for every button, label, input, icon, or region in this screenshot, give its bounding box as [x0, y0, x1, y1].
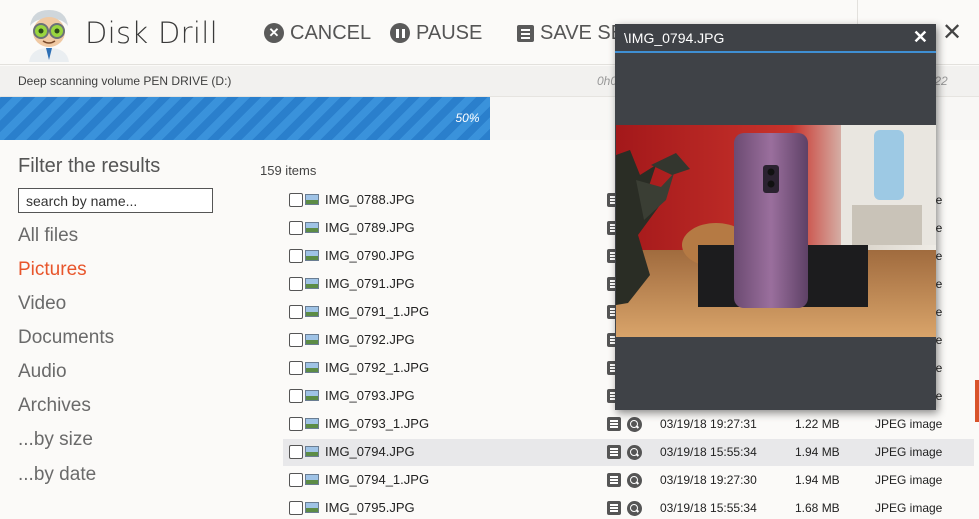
image-file-icon: [305, 278, 319, 289]
file-info-icon[interactable]: [607, 473, 621, 487]
file-date: 03/19/18 15:55:34: [660, 501, 757, 515]
image-file-icon: [305, 446, 319, 457]
file-size: 1.68 MB: [795, 501, 840, 515]
progress-percent: 50%: [455, 111, 480, 125]
category-video[interactable]: Video: [18, 293, 66, 315]
file-name: IMG_0792_1.JPG: [325, 360, 430, 375]
file-size: 1.22 MB: [795, 417, 840, 431]
image-file-icon: [305, 194, 319, 205]
row-checkbox[interactable]: [289, 333, 303, 347]
file-size: 1.94 MB: [795, 473, 840, 487]
file-date: 03/19/18 15:55:34: [660, 445, 757, 459]
preview-header: \IMG_0794.JPG ✕: [615, 24, 936, 53]
save-label: SAVE SE: [540, 21, 625, 44]
file-type: JPEG image: [875, 501, 943, 515]
scan-status-text: Deep scanning volume PEN DRIVE (D:): [18, 74, 232, 88]
category-by-size[interactable]: ...by size: [18, 429, 93, 451]
file-type: JPEG image: [875, 417, 943, 431]
file-name: IMG_0791.JPG: [325, 276, 415, 291]
pause-label: PAUSE: [416, 21, 483, 44]
row-checkbox[interactable]: [289, 221, 303, 235]
preview-title: \IMG_0794.JPG: [624, 30, 725, 46]
file-row[interactable]: IMG_0794_1.JPG 03/19/18 19:27:30 1.94 MB JP…: [283, 467, 974, 494]
file-info-icon[interactable]: [607, 445, 621, 459]
row-checkbox[interactable]: [289, 501, 303, 515]
preview-popup: \IMG_0794.JPG ✕: [615, 24, 936, 410]
cancel-button[interactable]: ✕ CANCEL: [264, 19, 371, 47]
items-count: 159 items: [260, 163, 317, 178]
row-checkbox[interactable]: [289, 193, 303, 207]
progress-fill: 50%: [0, 97, 490, 140]
image-file-icon: [305, 334, 319, 345]
file-type: JPEG image: [875, 445, 943, 459]
image-file-icon: [305, 418, 319, 429]
category-archives[interactable]: Archives: [18, 395, 91, 417]
row-checkbox[interactable]: [289, 361, 303, 375]
row-checkbox[interactable]: [289, 389, 303, 403]
category-all-files[interactable]: All files: [18, 225, 78, 247]
file-date: 03/19/18 19:27:30: [660, 473, 757, 487]
save-session-button[interactable]: SAVE SE: [517, 19, 624, 47]
file-name: IMG_0794.JPG: [325, 444, 415, 459]
image-file-icon: [305, 250, 319, 261]
search-input[interactable]: [18, 188, 213, 213]
cancel-label: CANCEL: [290, 21, 372, 44]
image-file-icon: [305, 474, 319, 485]
file-name: IMG_0791_1.JPG: [325, 304, 430, 319]
file-size: 1.94 MB: [795, 445, 840, 459]
image-file-icon: [305, 362, 319, 373]
file-row[interactable]: IMG_0795.JPG 03/19/18 15:55:34 1.68 MB JPEG…: [283, 495, 974, 519]
category-pictures[interactable]: Pictures: [18, 259, 87, 281]
file-name: IMG_0790.JPG: [325, 248, 415, 263]
cancel-icon: ✕: [264, 23, 284, 43]
file-type: JPEG image: [875, 473, 943, 487]
scroll-marker[interactable]: [975, 380, 979, 422]
row-checkbox[interactable]: [289, 249, 303, 263]
row-checkbox[interactable]: [289, 473, 303, 487]
pause-icon: [390, 23, 410, 43]
file-name: IMG_0788.JPG: [325, 192, 415, 207]
file-preview-icon[interactable]: [627, 417, 642, 432]
file-name: IMG_0794_1.JPG: [325, 472, 430, 487]
file-preview-icon[interactable]: [627, 501, 642, 516]
file-name: IMG_0793_1.JPG: [325, 416, 430, 431]
image-file-icon: [305, 222, 319, 233]
category-documents[interactable]: Documents: [18, 327, 114, 349]
file-date: 03/19/18 19:27:31: [660, 417, 757, 431]
file-name: IMG_0789.JPG: [325, 220, 415, 235]
app-logo-icon: [29, 10, 69, 62]
preview-close-icon[interactable]: ✕: [913, 27, 928, 48]
window-close-icon[interactable]: ✕: [942, 18, 962, 47]
file-preview-icon[interactable]: [627, 473, 642, 488]
file-name: IMG_0792.JPG: [325, 332, 415, 347]
file-info-icon[interactable]: [607, 417, 621, 431]
image-file-icon: [305, 306, 319, 317]
filter-title: Filter the results: [18, 155, 161, 177]
file-name: IMG_0793.JPG: [325, 388, 415, 403]
file-preview-icon[interactable]: [627, 445, 642, 460]
phone-photo-image: [616, 125, 936, 337]
image-file-icon: [305, 502, 319, 513]
row-checkbox[interactable]: [289, 277, 303, 291]
file-row[interactable]: IMG_0793_1.JPG 03/19/18 19:27:31 1.22 MB JP…: [283, 411, 974, 438]
app-title: Disk Drill: [85, 16, 218, 50]
file-row[interactable]: IMG_0794.JPG 03/19/18 15:55:34 1.94 MB JPEG…: [283, 439, 974, 466]
pause-button[interactable]: PAUSE: [390, 19, 482, 47]
image-file-icon: [305, 390, 319, 401]
category-audio[interactable]: Audio: [18, 361, 67, 383]
file-info-icon[interactable]: [607, 501, 621, 515]
row-checkbox[interactable]: [289, 445, 303, 459]
disk-drill-window: Disk Drill ✕ CANCEL PAUSE SAVE SE ✕ Deep…: [0, 0, 979, 519]
row-checkbox[interactable]: [289, 305, 303, 319]
preview-image: [616, 125, 936, 337]
save-list-icon: [517, 24, 534, 42]
category-by-date[interactable]: ...by date: [18, 464, 96, 486]
row-checkbox[interactable]: [289, 417, 303, 431]
file-name: IMG_0795.JPG: [325, 500, 415, 515]
